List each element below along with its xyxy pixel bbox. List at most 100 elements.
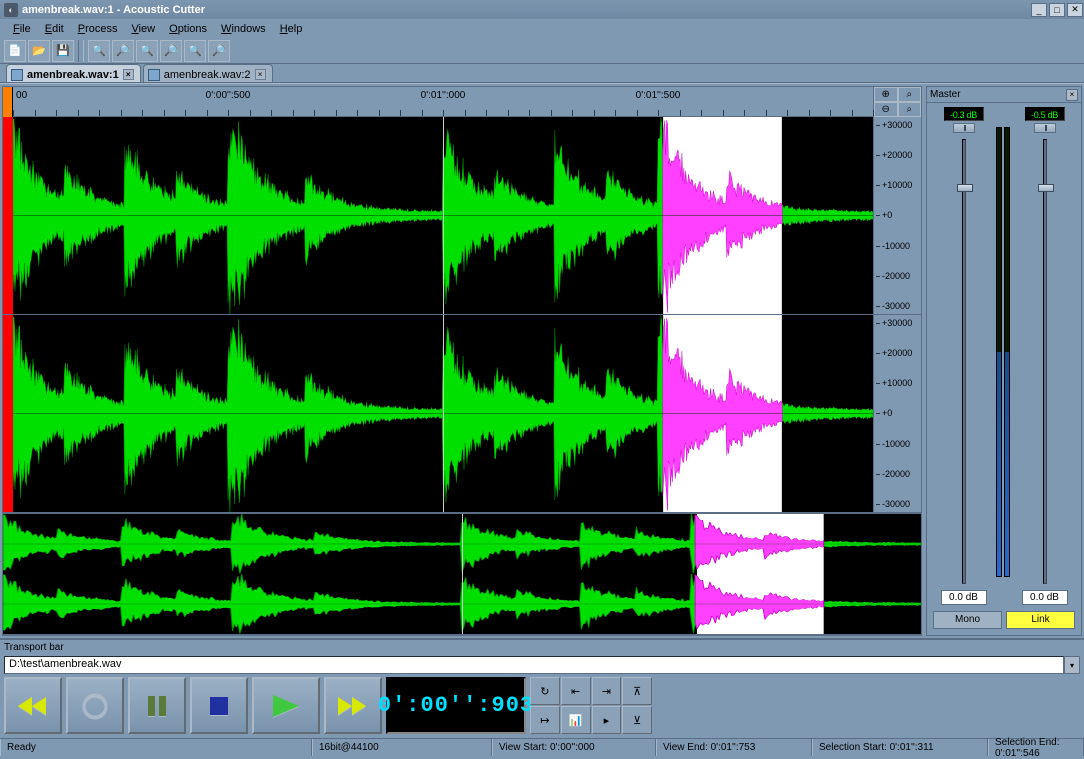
overview-waveform[interactable]	[3, 514, 921, 634]
master-panel: Master × -0.3 dB 0.0 dB -0.5 dB	[926, 86, 1082, 636]
waveform-area-left[interactable]	[13, 117, 873, 314]
open-button[interactable]: 📂	[28, 40, 50, 62]
tab-label: amenbreak.wav:2	[164, 69, 251, 81]
status-view-end: View End: 0':01'':753	[656, 739, 812, 756]
tab-label: amenbreak.wav:1	[27, 69, 119, 81]
stop-button[interactable]	[190, 677, 248, 734]
fader-thumb-right[interactable]	[1038, 184, 1054, 192]
menu-edit[interactable]: Edit	[38, 21, 71, 37]
window-title: amenbreak.wav:1 - Acoustic Cutter	[22, 4, 1030, 16]
goto-start-icon[interactable]: ⇤	[561, 677, 591, 705]
gain-db-right[interactable]: 0.0 dB	[1022, 590, 1068, 605]
status-selection-end: Selection End: 0':01'':546	[988, 739, 1084, 756]
fader-right: -0.5 dB 0.0 dB	[1014, 107, 1075, 605]
wave-file-icon	[11, 69, 23, 81]
ruler-marker	[3, 87, 13, 117]
amplitude-axis-right: +30000+20000+10000+0-10000-20000-30000	[873, 315, 921, 512]
new-button[interactable]: 📄	[4, 40, 26, 62]
ruler-start-label: 00	[16, 90, 27, 101]
hzoom-all-icon[interactable]: ⌕	[898, 102, 922, 117]
status-format: 16bit@44100	[312, 739, 492, 756]
app-icon: ◐	[4, 3, 18, 17]
transport-label: Transport bar	[4, 642, 1080, 653]
fader-track-right[interactable]	[1043, 139, 1047, 584]
overview-row[interactable]	[3, 513, 921, 635]
toolbar: 📄 📂 💾 🔍 🔎 🔍 🔎 🔍 🔎	[0, 38, 1084, 64]
tab-2[interactable]: amenbreak.wav:2 ×	[143, 64, 273, 82]
marker-a-icon[interactable]: ⊼	[622, 677, 652, 705]
peak-db-left: -0.3 dB	[944, 107, 984, 121]
hzoom-out-icon[interactable]: ⊖	[874, 102, 898, 117]
status-view-start: View Start: 0':00'':000	[492, 739, 656, 756]
wave-file-icon	[148, 69, 160, 81]
zoom-v-out-button[interactable]: 🔎	[208, 40, 230, 62]
time-ruler[interactable]: 00 0':00'':5000':01'':0000':01'':500	[13, 87, 873, 117]
title-bar: ◐ amenbreak.wav:1 - Acoustic Cutter _ □ …	[0, 0, 1084, 19]
time-ruler-row: 00 0':00'':5000':01'':0000':01'':500 ⊕ ⌕…	[3, 87, 921, 117]
master-close-icon[interactable]: ×	[1066, 89, 1078, 101]
waveform-area-right[interactable]	[13, 315, 873, 512]
fader-thumb-left[interactable]	[957, 184, 973, 192]
gain-db-left[interactable]: 0.0 dB	[941, 590, 987, 605]
hzoom-in-icon[interactable]: ⊕	[874, 87, 898, 102]
document-tabs: amenbreak.wav:1 × amenbreak.wav:2 ×	[0, 64, 1084, 83]
toolbar-separator	[78, 40, 84, 62]
channel-right[interactable]: +30000+20000+10000+0-10000-20000-30000	[3, 315, 921, 513]
menu-options[interactable]: Options	[162, 21, 214, 37]
tab-close-icon[interactable]: ×	[255, 69, 266, 80]
fader-left: -0.3 dB 0.0 dB	[933, 107, 994, 605]
status-ready: Ready	[0, 739, 312, 756]
menu-view[interactable]: View	[124, 21, 162, 37]
maximize-button[interactable]: □	[1049, 3, 1065, 17]
fader-track-left[interactable]	[962, 139, 966, 584]
fast-forward-button[interactable]	[324, 677, 382, 734]
waveform-editor: 00 0':00'':5000':01'':0000':01'':500 ⊕ ⌕…	[2, 86, 922, 636]
rewind-button[interactable]	[4, 677, 62, 734]
menu-windows[interactable]: Windows	[214, 21, 273, 37]
pan-knob-left[interactable]	[953, 123, 975, 133]
range-icon[interactable]: ↦	[530, 706, 560, 734]
channel-edge-marker	[3, 117, 13, 314]
status-selection-start: Selection Start: 0':01'':311	[812, 739, 988, 756]
peak-db-right: -0.5 dB	[1025, 107, 1065, 121]
record-button[interactable]	[66, 677, 124, 734]
amplitude-axis-left: +30000+20000+10000+0-10000-20000-30000	[873, 117, 921, 314]
link-button[interactable]: Link	[1006, 611, 1075, 629]
marker-b-icon[interactable]: ⊻	[622, 706, 652, 734]
channel-edge-marker	[3, 315, 13, 512]
menu-process[interactable]: Process	[71, 21, 125, 37]
goto-end-icon[interactable]: ⇥	[592, 677, 622, 705]
tab-1[interactable]: amenbreak.wav:1 ×	[6, 64, 141, 82]
close-button[interactable]: ✕	[1067, 3, 1083, 17]
transport-tool-grid: ↻ ⇤ ⇥ ⊼ ↦ 📊 ▸ ⊻	[530, 677, 652, 734]
zoom-controls: ⊕ ⌕ ⊖ ⌕	[873, 87, 921, 117]
mono-button[interactable]: Mono	[933, 611, 1002, 629]
save-button[interactable]: 💾	[52, 40, 74, 62]
file-path-field[interactable]: D:\test\amenbreak.wav	[4, 656, 1064, 674]
minimize-button[interactable]: _	[1031, 3, 1047, 17]
loop-icon[interactable]: ↻	[530, 677, 560, 705]
zoom-in-button[interactable]: 🔍	[88, 40, 110, 62]
file-dropdown-icon[interactable]: ▾	[1064, 656, 1080, 674]
zoom-v-in-button[interactable]: 🔍	[184, 40, 206, 62]
menu-file[interactable]: File	[6, 21, 38, 37]
master-title-bar: Master ×	[927, 87, 1081, 103]
zoom-sel-button[interactable]: 🔍	[136, 40, 158, 62]
play-button[interactable]	[252, 677, 320, 734]
hzoom-sel-icon[interactable]: ⌕	[898, 87, 922, 102]
time-display: 0':00'':903	[386, 677, 526, 734]
status-bar: Ready 16bit@44100 View Start: 0':00'':00…	[0, 738, 1084, 756]
skip-icon[interactable]: ▸	[592, 706, 622, 734]
transport-bar: Transport bar D:\test\amenbreak.wav ▾ 0'…	[0, 638, 1084, 738]
pan-knob-right[interactable]	[1034, 123, 1056, 133]
master-title-label: Master	[930, 89, 961, 100]
tab-close-icon[interactable]: ×	[123, 69, 134, 80]
channel-left[interactable]: +30000+20000+10000+0-10000-20000-30000	[3, 117, 921, 315]
pause-button[interactable]	[128, 677, 186, 734]
menu-help[interactable]: Help	[273, 21, 310, 37]
zoom-out-button[interactable]: 🔎	[112, 40, 134, 62]
menu-bar: File Edit Process View Options Windows H…	[0, 19, 1084, 38]
main-area: 00 0':00'':5000':01'':0000':01'':500 ⊕ ⌕…	[0, 83, 1084, 638]
chart-icon[interactable]: 📊	[561, 706, 591, 734]
zoom-full-button[interactable]: 🔎	[160, 40, 182, 62]
